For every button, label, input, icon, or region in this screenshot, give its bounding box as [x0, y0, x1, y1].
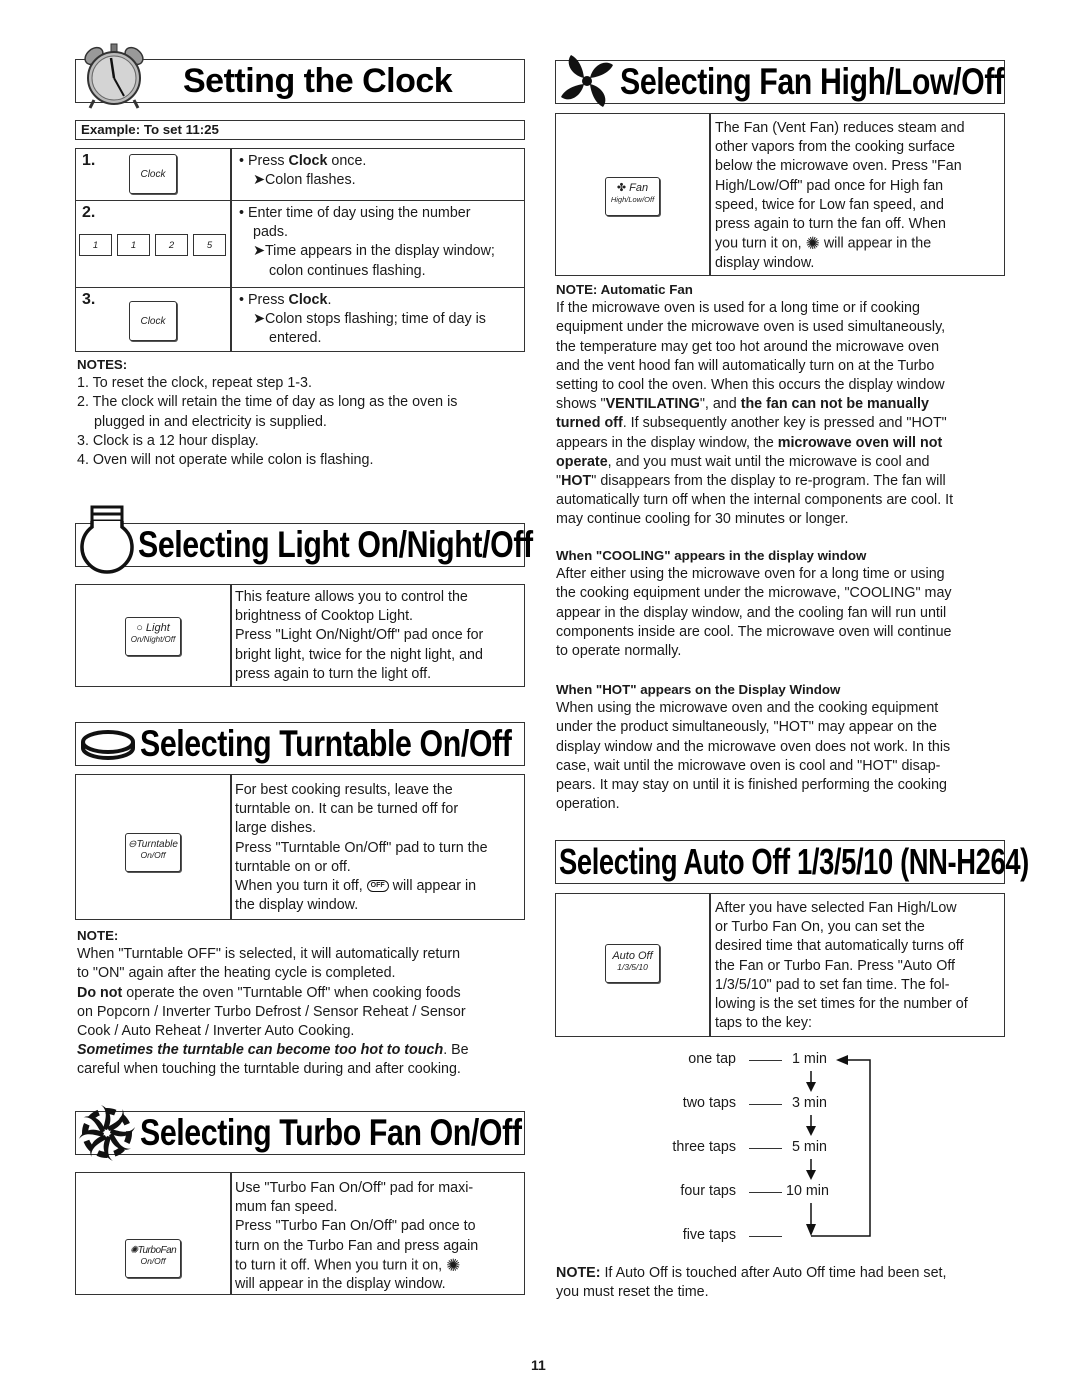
autooff-note: NOTE: If Auto Off is touched after Auto … [556, 1265, 947, 1301]
step-number: 1. [82, 152, 96, 169]
fan-table: ✤ Fan High/Low/Off The Fan (Vent Fan) re… [555, 113, 1005, 276]
fan-small-icon: ✤ [616, 182, 627, 194]
light-on-night-off-pad[interactable]: ○ Light On/Night/Off [125, 617, 181, 656]
automatic-fan-note: NOTE: Automatic Fan If the microwave ove… [556, 282, 954, 528]
turbo-title: Selecting Turbo Fan On/Off [140, 1112, 522, 1153]
clock-steps-table: 1. Clock • Press Clock once. ➤Colon flas… [75, 148, 525, 352]
tap-cycle-arrows [806, 1055, 871, 1237]
fan-display-icon: ✺ [805, 234, 820, 254]
alarm-clock-icon [80, 42, 148, 110]
turntable-title: Selecting Turntable On/Off [140, 723, 512, 764]
turntable-icon [80, 728, 136, 762]
step-number: 2. [82, 204, 96, 221]
autooff-table: Auto Off 1/3/5/10 After you have selecte… [555, 893, 1005, 1037]
auto-off-taps-diagram: one tap 1 min two taps 3 min three taps … [640, 1048, 900, 1248]
turbo-fan-small-icon: ✺ [129, 1245, 138, 1256]
turntable-on-off-pad[interactable]: ⊖Turntable On/Off [125, 833, 181, 872]
clock-title: Setting the Clock [183, 62, 453, 100]
autooff-title: Selecting Auto Off 1/3/5/10 (NN-H264) [559, 841, 1029, 882]
turbo-table: ✺TurboFan On/Off Use "Turbo Fan On/Off" … [75, 1172, 525, 1295]
cooling-note: When "COOLING" appears in the display wi… [556, 548, 952, 660]
turbo-fan-display-icon: ✺ [446, 1255, 461, 1275]
fan-icon [557, 51, 617, 111]
step-2-text: • Enter time of day using the number pad… [239, 205, 495, 279]
number-pad-1[interactable]: 1 [79, 234, 112, 256]
light-table: ○ Light On/Night/Off This feature allows… [75, 584, 525, 687]
step-3-text: • Press Clock. ➤Colon stops flashing; ti… [239, 292, 486, 347]
turbo-fan-icon [77, 1103, 137, 1163]
turntable-note: NOTE: When "Turntable OFF" is selected, … [77, 928, 469, 1078]
hot-note: When "HOT" appears on the Display Window… [556, 682, 951, 813]
number-pad-1[interactable]: 1 [117, 234, 150, 256]
light-title: Selecting Light On/Night/Off [138, 524, 533, 565]
auto-off-pad[interactable]: Auto Off 1/3/5/10 [605, 944, 660, 983]
turbo-fan-on-off-pad[interactable]: ✺TurboFan On/Off [125, 1239, 181, 1278]
clock-notes: NOTES: 1. To reset the clock, repeat ste… [77, 357, 458, 469]
page-number: 11 [531, 1357, 546, 1373]
turntable-table: ⊖Turntable On/Off For best cooking resul… [75, 774, 525, 920]
fan-title: Selecting Fan High/Low/Off [620, 61, 1004, 102]
light-bulb-icon [78, 505, 138, 579]
fan-description: The Fan (Vent Fan) reduces steam and oth… [715, 120, 965, 271]
light-description: This feature allows you to control the b… [235, 589, 484, 682]
turntable-off-display-icon: OFF [366, 880, 389, 893]
clock-example-label: Example: To set 11:25 [81, 122, 219, 137]
clock-example-bar: Example: To set 11:25 [75, 120, 525, 140]
turntable-description: For best cooking results, leave the turn… [235, 782, 488, 914]
fan-high-low-off-pad[interactable]: ✤ Fan High/Low/Off [605, 177, 660, 216]
turbo-description: Use "Turbo Fan On/Off" pad for maxi- mum… [235, 1180, 479, 1293]
clock-pad-button[interactable]: Clock [129, 154, 177, 194]
step-1-text: • Press Clock once. ➤Colon flashes. [239, 153, 367, 189]
clock-pad-button[interactable]: Clock [129, 301, 177, 341]
step-number: 3. [82, 291, 96, 308]
number-pad-2[interactable]: 2 [155, 234, 188, 256]
light-bulb-small-icon: ○ [136, 622, 143, 634]
autooff-description: After you have selected Fan High/Low or … [715, 900, 968, 1032]
number-pad-5[interactable]: 5 [193, 234, 226, 256]
